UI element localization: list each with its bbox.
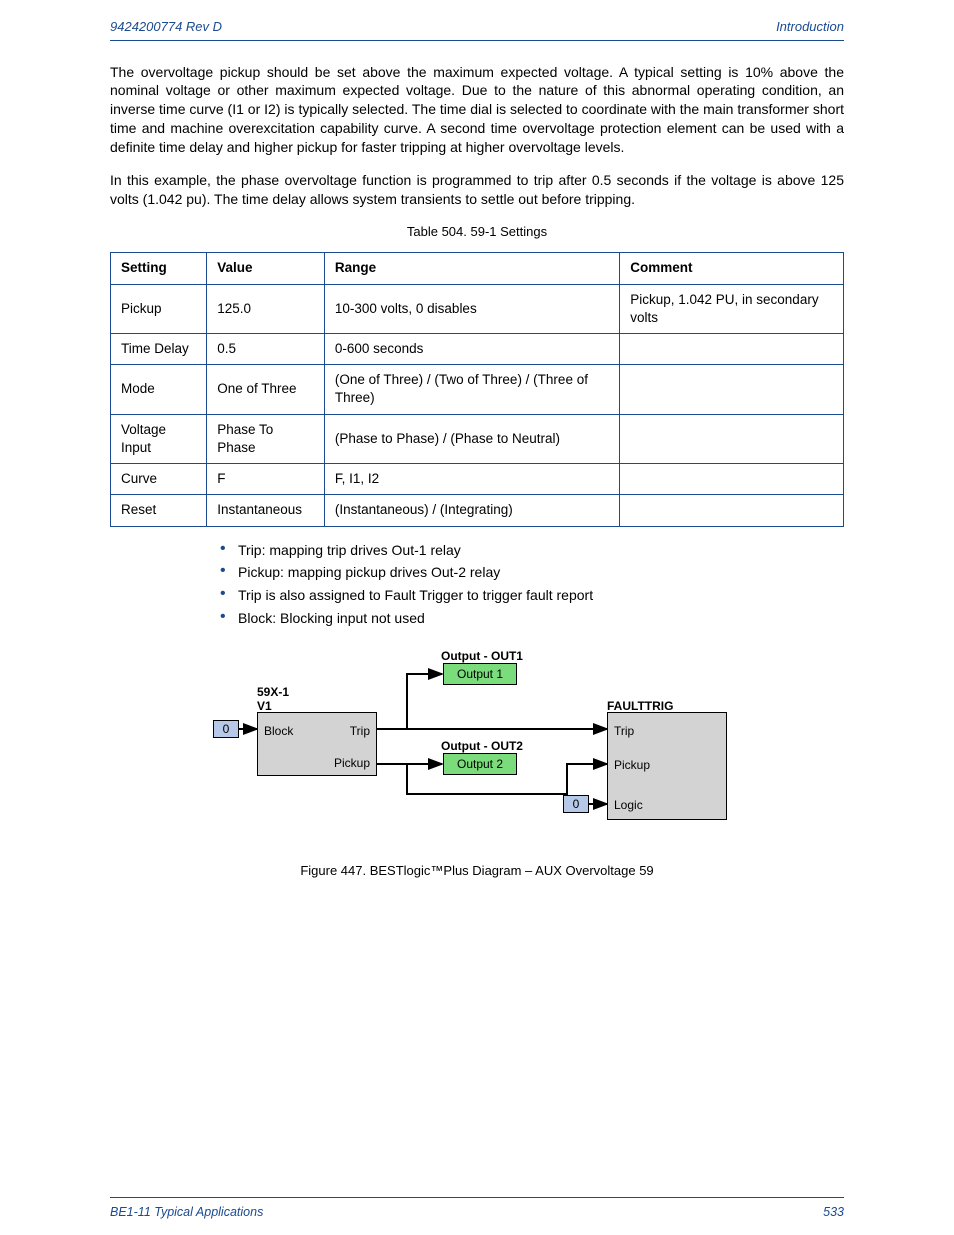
- block-output2: Output 2: [443, 753, 517, 775]
- cell: 0.5: [207, 333, 325, 364]
- cell: Curve: [111, 464, 207, 495]
- table-header-row: Setting Value Range Comment: [111, 253, 844, 284]
- port-trip: Trip: [350, 723, 370, 739]
- cell: One of Three: [207, 365, 325, 414]
- header-right: Introduction: [776, 18, 844, 36]
- table-row: Pickup 125.0 10-300 volts, 0 disables Pi…: [111, 284, 844, 333]
- footer-row: BE1-11 Typical Applications 533: [110, 1204, 844, 1221]
- cell: 10-300 volts, 0 disables: [324, 284, 619, 333]
- list-item: Trip is also assigned to Fault Trigger t…: [220, 586, 844, 605]
- cell: F: [207, 464, 325, 495]
- table-row: Voltage Input Phase To Phase (Phase to P…: [111, 414, 844, 463]
- table-row: Time Delay 0.5 0-600 seconds: [111, 333, 844, 364]
- footer-right: 533: [823, 1204, 844, 1221]
- zero-input-block: 0: [213, 720, 239, 738]
- port-fault-trip: Trip: [614, 723, 634, 739]
- cell: Mode: [111, 365, 207, 414]
- page: 9424200774 Rev D Introduction The overvo…: [0, 0, 954, 1235]
- th-value: Value: [207, 253, 325, 284]
- cell: (Phase to Phase) / (Phase to Neutral): [324, 414, 619, 463]
- cell: Phase To Phase: [207, 414, 325, 463]
- cell: Pickup, 1.042 PU, in secondary volts: [620, 284, 844, 333]
- table-row: Curve F F, I1, I2: [111, 464, 844, 495]
- label-output-out1: Output - OUT1: [441, 648, 523, 664]
- th-range: Range: [324, 253, 619, 284]
- cell: [620, 333, 844, 364]
- label-output-out2: Output - OUT2: [441, 738, 523, 754]
- cell: Reset: [111, 495, 207, 526]
- bullet-list: Trip: mapping trip drives Out-1 relay Pi…: [110, 541, 844, 629]
- cell: 125.0: [207, 284, 325, 333]
- page-footer: BE1-11 Typical Applications 533: [110, 1197, 844, 1221]
- header-rule: [110, 40, 844, 41]
- block-59x1: Block Trip Pickup: [257, 712, 377, 776]
- block-output1: Output 1: [443, 663, 517, 685]
- list-item: Block: Blocking input not used: [220, 609, 844, 628]
- cell: (Instantaneous) / (Integrating): [324, 495, 619, 526]
- settings-table: Setting Value Range Comment Pickup 125.0…: [110, 252, 844, 526]
- th-comment: Comment: [620, 253, 844, 284]
- cell: [620, 464, 844, 495]
- cell: Time Delay: [111, 333, 207, 364]
- footer-rule: [110, 1197, 844, 1198]
- cell: (One of Three) / (Two of Three) / (Three…: [324, 365, 619, 414]
- list-item: Pickup: mapping pickup drives Out-2 rela…: [220, 563, 844, 582]
- cell: 0-600 seconds: [324, 333, 619, 364]
- cell: Instantaneous: [207, 495, 325, 526]
- figure-caption: Figure 447. BESTlogic™Plus Diagram – AUX…: [110, 862, 844, 880]
- page-header: 9424200774 Rev D Introduction: [110, 18, 844, 36]
- cell: [620, 414, 844, 463]
- port-fault-pickup: Pickup: [614, 757, 650, 773]
- cell: Voltage Input: [111, 414, 207, 463]
- footer-left: BE1-11 Typical Applications: [110, 1204, 263, 1221]
- port-block: Block: [264, 723, 293, 739]
- cell: Pickup: [111, 284, 207, 333]
- port-pickup: Pickup: [334, 755, 370, 771]
- cell: F, I1, I2: [324, 464, 619, 495]
- header-left: 9424200774 Rev D: [110, 18, 222, 36]
- cell: [620, 365, 844, 414]
- logic-diagram: 0 0 59X-1 V1 Block Trip Pickup Output - …: [207, 644, 747, 854]
- zero-input-logic: 0: [563, 795, 589, 813]
- table-row: Reset Instantaneous (Instantaneous) / (I…: [111, 495, 844, 526]
- table-caption: Table 504. 59-1 Settings: [110, 223, 844, 241]
- th-setting: Setting: [111, 253, 207, 284]
- paragraph-2: In this example, the phase overvoltage f…: [110, 171, 844, 209]
- content-area: 9424200774 Rev D Introduction The overvo…: [0, 0, 954, 880]
- port-fault-logic: Logic: [614, 797, 643, 813]
- list-item: Trip: mapping trip drives Out-1 relay: [220, 541, 844, 560]
- paragraph-1: The overvoltage pickup should be set abo…: [110, 63, 844, 157]
- block-faulttrig: Trip Pickup Logic: [607, 712, 727, 820]
- table-row: Mode One of Three (One of Three) / (Two …: [111, 365, 844, 414]
- cell: [620, 495, 844, 526]
